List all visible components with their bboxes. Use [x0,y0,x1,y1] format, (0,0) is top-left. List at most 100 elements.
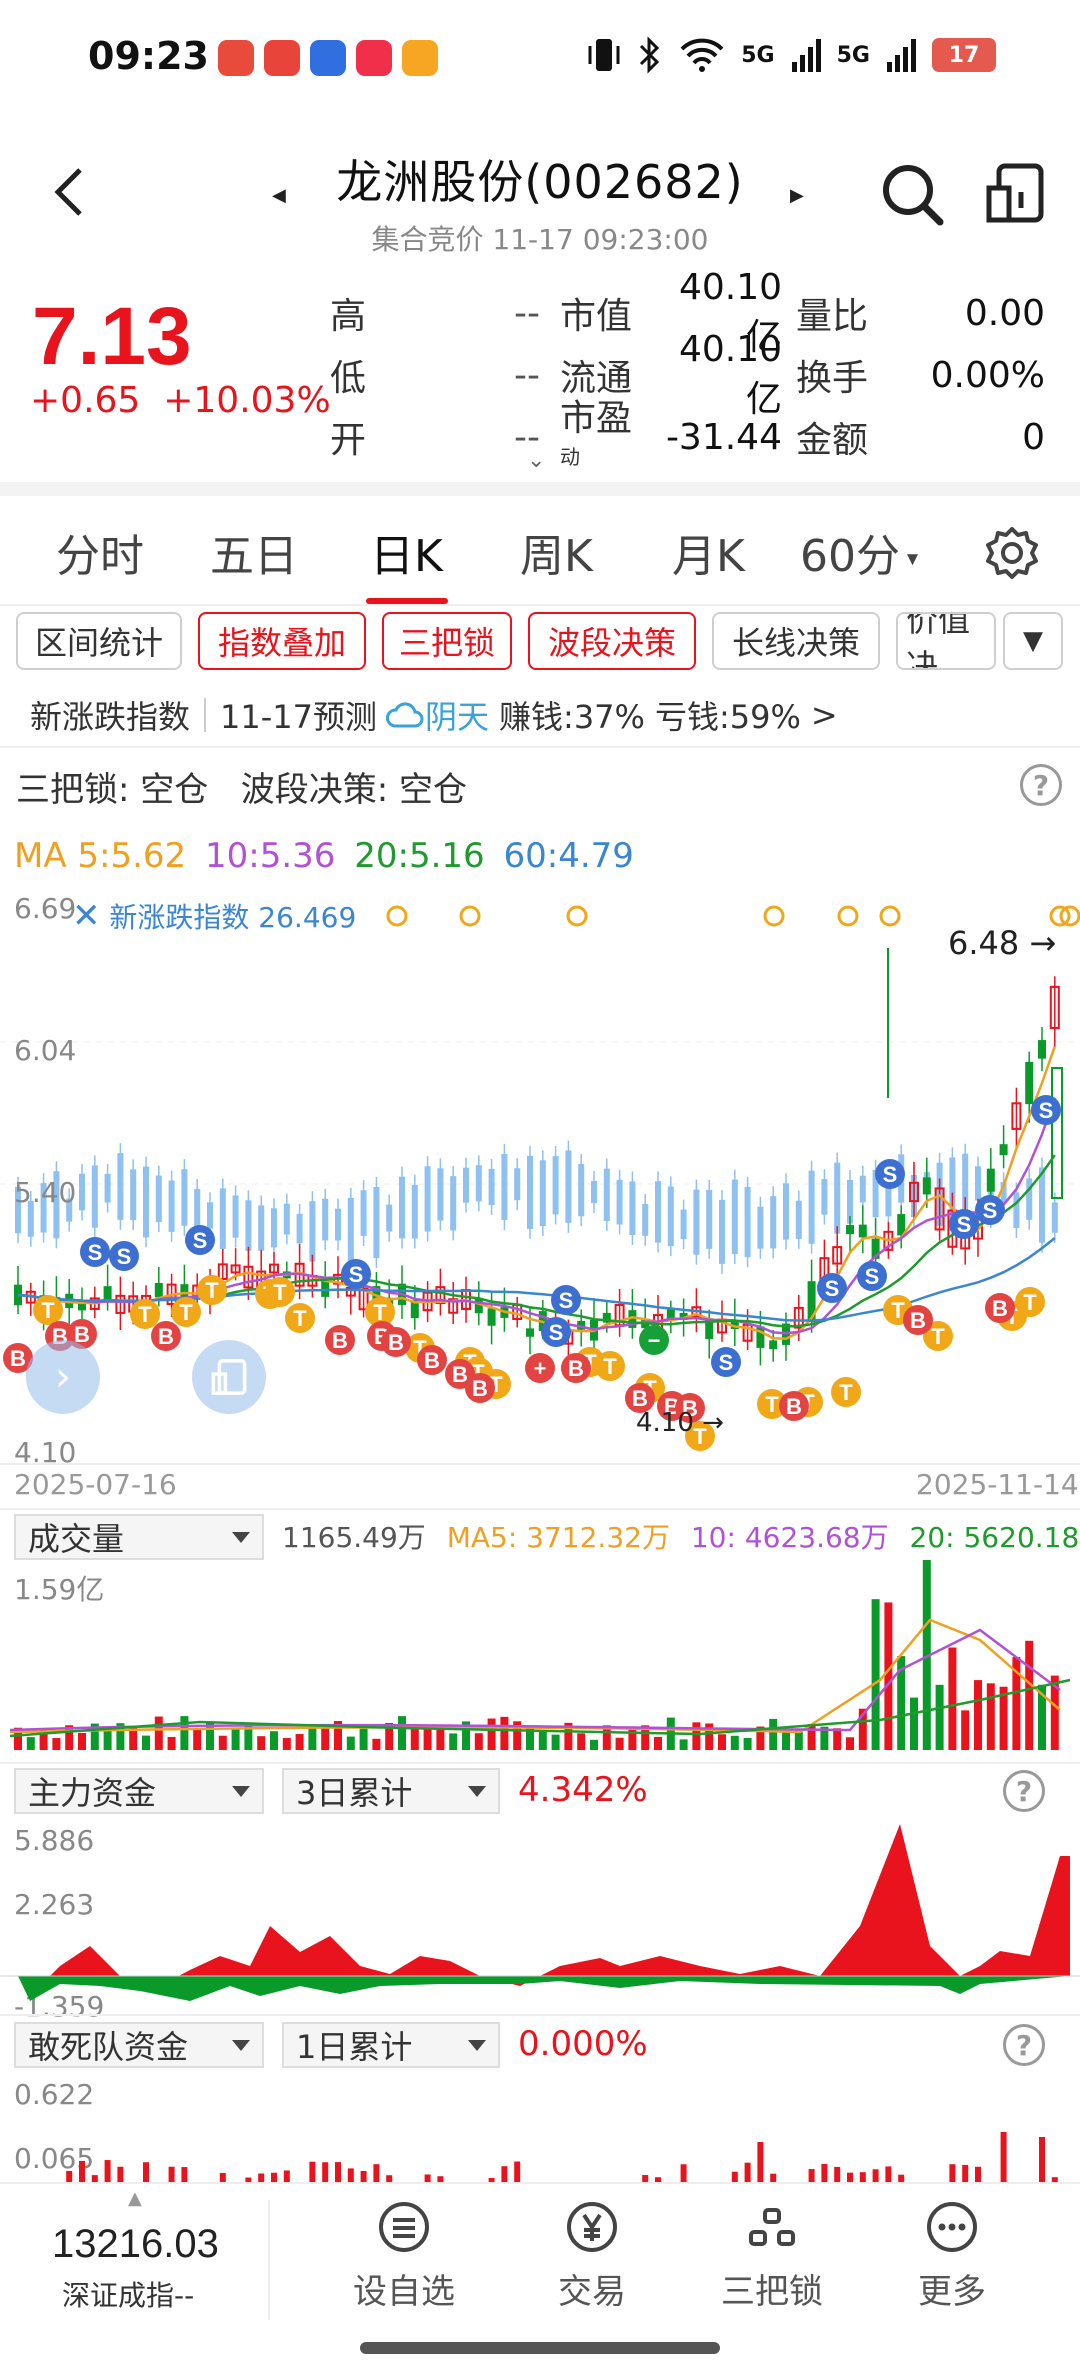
trade-signal-badge[interactable]: S [817,1273,847,1303]
overlay-index-label[interactable]: ✕ 新涨跌指数 26.469 [72,896,356,936]
index-value[interactable]: 13216.03 [52,2222,219,2267]
tab-five-day[interactable]: 五日 [210,520,298,584]
volume-chart[interactable] [0,1560,1080,1760]
nav-trade[interactable]: 交易 [532,2200,652,2313]
index-name[interactable]: 深证成指-- [62,2274,194,2314]
main-fund-selector[interactable]: 主力资金 [14,1768,264,1814]
trade-signal-badge[interactable]: B [325,1325,355,1355]
trade-signal-badge[interactable]: S [875,1159,905,1189]
dare-fund-bar [283,2170,290,2182]
chip-interval-stats[interactable]: 区间统计 [16,612,182,670]
low-label: 低 [330,358,367,399]
trade-signal-badge[interactable]: T [831,1377,861,1407]
back-icon[interactable] [50,166,86,218]
help-icon[interactable]: ? [1003,2024,1045,2066]
home-indicator[interactable] [360,2342,720,2354]
tab-monthly-k[interactable]: 月K [672,520,745,584]
signal-letter: S [559,1288,574,1313]
weather-text: 阴天 [425,698,490,736]
expand-chevron-icon[interactable]: ⌄ [527,448,545,473]
trade-signal-badge[interactable]: S [341,1259,371,1289]
help-icon[interactable]: ? [1020,764,1062,806]
tab-daily-k[interactable]: 日K [370,520,443,584]
search-icon[interactable] [880,162,946,228]
volume-bar [910,1697,918,1750]
help-icon[interactable]: ? [1003,1770,1045,1812]
index-candle [79,1173,85,1211]
trade-signal-badge[interactable]: T [265,1277,295,1307]
chip-long-decision[interactable]: 长线决策 [712,612,880,670]
draw-tool-button[interactable] [192,1340,266,1414]
index-candle [501,1153,508,1221]
kline-chart[interactable]: SSSSSSSSSSSSSTTTTTTTTTTTTTTTTTTTTTTTBBBB… [0,888,1080,1468]
trade-signal-badge[interactable]: T [33,1295,63,1325]
chip-three-locks[interactable]: 三把锁 [382,612,512,670]
trade-signal-badge[interactable]: S [1031,1095,1061,1125]
volume-selector[interactable]: 成交量 [14,1514,264,1560]
main-fund-period-selector[interactable]: 3日累计 [282,1768,500,1814]
trade-signal-badge[interactable]: S [541,1317,571,1347]
candle-down [1025,1061,1034,1105]
app-notification-icon [356,40,392,76]
trade-signal-badge[interactable]: T [1015,1287,1045,1317]
trade-signal-badge[interactable]: S [80,1237,110,1267]
trade-signal-badge[interactable]: B [779,1391,809,1421]
dropdown-caret-icon: ▼ [1023,626,1043,656]
volume-bar [193,1729,202,1750]
dare-fund-bar [859,2172,866,2182]
trade-signal-badge[interactable]: T [171,1297,201,1327]
dare-fund-period-selector[interactable]: 1日累计 [282,2022,500,2068]
index-candle [207,1202,213,1229]
trade-signal-badge[interactable]: B [417,1345,447,1375]
market-forecast-row[interactable]: 新涨跌指数 11-17预测 阴天 赚钱:37% 亏钱:59% > [30,690,838,740]
chip-more-dropdown[interactable]: ▼ [1003,612,1063,670]
trade-signal-badge[interactable]: B [985,1293,1015,1323]
trade-signal-badge[interactable]: T [595,1351,625,1381]
index-candle [655,1181,661,1243]
trade-signal-badge[interactable]: T [197,1275,227,1305]
trade-signal-badge[interactable]: S [949,1209,979,1239]
index-candle [834,1162,841,1234]
chip-band-decision[interactable]: 波段决策 [528,612,696,670]
dare-fund-selector[interactable]: 敢死队资金 [14,2022,264,2068]
trade-signal-badge[interactable]: B [465,1373,495,1403]
tab-intraday[interactable]: 分时 [56,520,144,584]
nav-three-locks[interactable]: 三把锁 [712,2200,832,2313]
dare-fund-chart[interactable] [0,2070,1080,2182]
trade-signal-badge[interactable]: S [711,1347,741,1377]
expand-chart-button[interactable]: › [26,1340,100,1414]
trade-signal-badge[interactable]: T [130,1299,160,1329]
volume-bar [679,1739,688,1750]
nav-add-watchlist[interactable]: 设自选 [344,2200,464,2313]
tab-weekly-k[interactable]: 周K [520,520,593,584]
trade-signal-badge[interactable]: B [151,1321,181,1351]
volume-bar [590,1739,598,1750]
chip-index-overlay[interactable]: 指数叠加 [198,612,366,670]
collapse-up-icon[interactable]: ▲ [128,2188,142,2209]
trade-signal-badge[interactable]: S [109,1241,139,1271]
tab-60min[interactable]: 60分 ▾ [800,520,918,584]
index-candle [450,1176,457,1231]
trade-signal-badge[interactable]: B [561,1353,591,1383]
index-candle [347,1197,354,1267]
trade-signal-badge[interactable]: S [185,1225,215,1255]
trade-signal-badge[interactable]: S [975,1195,1005,1225]
market-cap-label: 市值 [560,296,633,337]
share-icon[interactable] [985,162,1045,224]
close-overlay-icon[interactable]: ✕ [72,896,101,936]
trade-signal-badge[interactable]: B [903,1305,933,1335]
divider [0,1508,1080,1510]
volume-bar [1025,1640,1034,1750]
trade-signal-badge[interactable]: T [285,1303,315,1333]
divider [204,698,207,732]
nav-more[interactable]: 更多 [892,2200,1012,2313]
trade-signal-badge[interactable]: − [639,1325,669,1355]
trade-signal-badge[interactable]: S [551,1285,581,1315]
trade-signal-badge[interactable]: B [381,1327,411,1357]
trade-signal-badge[interactable]: S [857,1261,887,1291]
trade-signal-badge[interactable]: + [525,1353,555,1383]
main-fund-chart[interactable] [0,1816,1080,2016]
chip-value-decision[interactable]: 价值决 [896,612,996,670]
gear-icon[interactable] [985,526,1039,580]
dare-fund-bar [309,2161,316,2182]
